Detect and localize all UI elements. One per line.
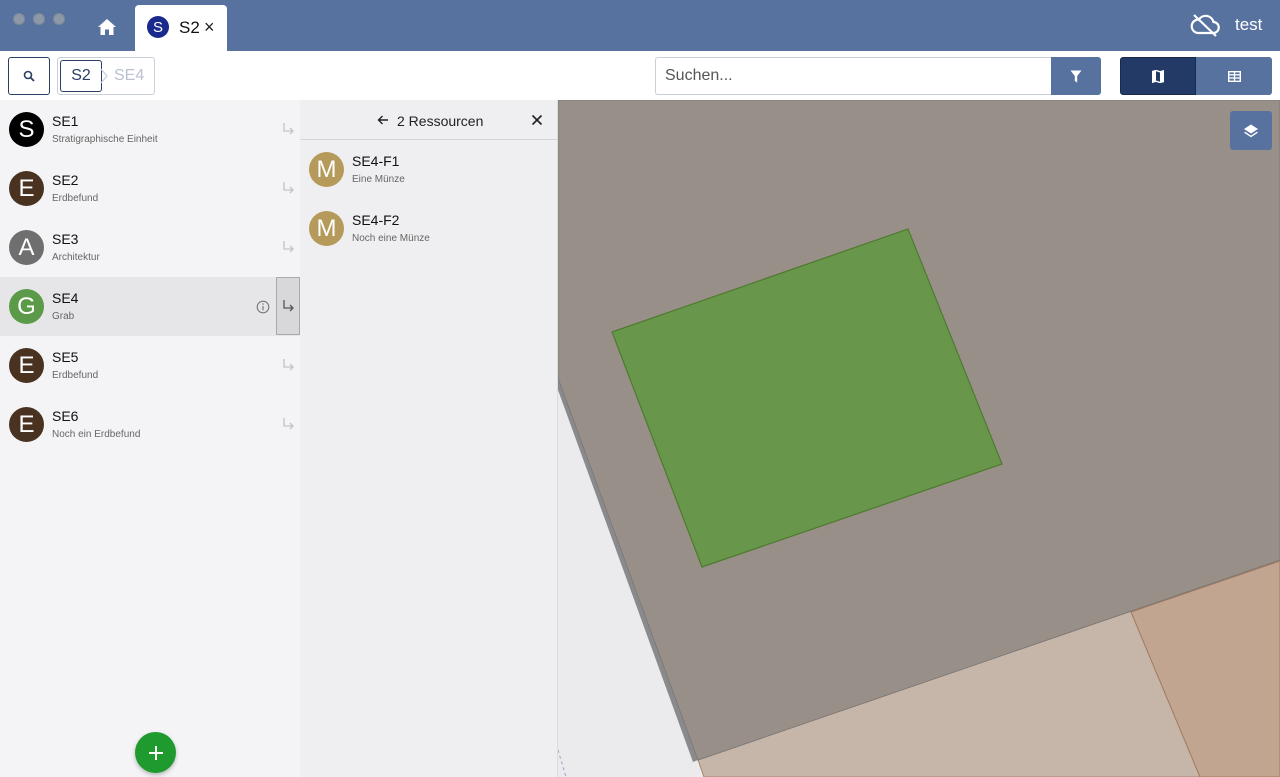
child-item-se4-f1[interactable]: M SE4-F1 Eine Münze — [300, 140, 558, 199]
breadcrumb: S2 SE4 — [57, 57, 155, 95]
children-panel-header: 2 Ressourcen — [300, 100, 558, 140]
avatar: S — [9, 112, 44, 147]
list-item-se6[interactable]: E SE6 Noch ein Erdbefund — [0, 395, 300, 454]
toolbar: S2 SE4 — [0, 51, 1280, 100]
avatar: G — [9, 289, 44, 324]
item-type: Noch ein Erdbefund — [52, 429, 141, 440]
plus-icon — [148, 745, 163, 760]
item-type: Stratigraphische Einheit — [52, 134, 158, 145]
list-item-se1[interactable]: S SE1 Stratigraphische Einheit — [0, 100, 300, 159]
breadcrumb-item-s2[interactable]: S2 — [60, 60, 102, 92]
map-view[interactable] — [558, 100, 1280, 777]
cloud-off-icon[interactable] — [1190, 12, 1220, 38]
close-icon[interactable] — [530, 113, 544, 127]
home-icon — [98, 19, 116, 35]
item-identifier: SE6 — [52, 408, 79, 424]
window-zoom-dot[interactable] — [53, 13, 65, 25]
list-item-se3[interactable]: A SE3 Architektur — [0, 218, 300, 277]
user-name[interactable]: test — [1235, 15, 1262, 35]
tab-close-button[interactable]: × — [204, 17, 215, 38]
children-panel: 2 Ressourcen M SE4-F1 Eine Münze M SE4-F… — [300, 100, 558, 777]
avatar: M — [309, 152, 344, 187]
list-item-se4[interactable]: G SE4 Grab — [0, 277, 300, 336]
avatar: M — [309, 211, 344, 246]
title-bar: S S2 × test — [0, 0, 1280, 51]
avatar: E — [9, 407, 44, 442]
item-type: Erdbefund — [52, 370, 99, 381]
search-icon — [23, 70, 35, 82]
chevron-right-icon — [100, 68, 108, 84]
window-minimize-dot[interactable] — [33, 13, 45, 25]
avatar: A — [9, 230, 44, 265]
list-item-se2[interactable]: E SE2 Erdbefund — [0, 159, 300, 218]
item-identifier: SE4-F1 — [352, 153, 400, 169]
item-identifier: SE1 — [52, 113, 79, 129]
item-identifier: SE2 — [52, 172, 79, 188]
filter-icon — [1070, 70, 1082, 82]
subdirectory-arrow-icon — [283, 300, 294, 312]
breadcrumb-item-se4[interactable]: SE4 — [114, 67, 144, 85]
window-close-dot[interactable] — [13, 13, 25, 25]
avatar: E — [9, 171, 44, 206]
map-icon — [1152, 69, 1164, 83]
item-identifier: SE4 — [52, 290, 79, 306]
search-input[interactable] — [655, 57, 1052, 95]
avatar: E — [9, 348, 44, 383]
item-identifier: SE4-F2 — [352, 212, 400, 228]
item-type: Grab — [52, 311, 75, 322]
children-toggle-button[interactable] — [276, 277, 300, 335]
subdirectory-arrow-icon[interactable] — [281, 122, 295, 136]
arrow-left-icon[interactable] — [376, 113, 390, 127]
item-identifier: SE5 — [52, 349, 79, 365]
table-icon — [1227, 70, 1241, 82]
child-item-se4-f2[interactable]: M SE4-F2 Noch eine Münze — [300, 199, 558, 258]
children-panel-title: 2 Ressourcen — [397, 113, 484, 129]
table-view-button[interactable] — [1196, 57, 1272, 95]
resource-list: S SE1 Stratigraphische Einheit E SE2 Erd… — [0, 100, 300, 777]
list-item-se5[interactable]: E SE5 Erdbefund — [0, 336, 300, 395]
subdirectory-arrow-icon[interactable] — [281, 181, 295, 195]
search-toggle-button[interactable] — [8, 57, 50, 95]
add-resource-button[interactable] — [135, 732, 176, 773]
item-type: Erdbefund — [52, 193, 99, 204]
home-button[interactable] — [90, 10, 124, 44]
map-canvas[interactable] — [558, 100, 1280, 777]
map-view-button[interactable] — [1120, 57, 1196, 95]
subdirectory-arrow-icon[interactable] — [281, 358, 295, 372]
info-icon[interactable] — [256, 300, 270, 314]
tab-s2[interactable]: S S2 × — [135, 5, 227, 51]
item-type: Architektur — [52, 252, 100, 263]
tab-avatar: S — [147, 16, 169, 38]
subdirectory-arrow-icon[interactable] — [281, 240, 295, 254]
layers-icon — [1244, 124, 1258, 137]
item-short-description: Eine Münze — [352, 174, 405, 185]
tab-label: S2 — [179, 18, 200, 37]
filter-button[interactable] — [1051, 57, 1101, 95]
layers-button[interactable] — [1230, 111, 1272, 150]
item-short-description: Noch eine Münze — [352, 233, 430, 244]
item-identifier: SE3 — [52, 231, 79, 247]
subdirectory-arrow-icon[interactable] — [281, 417, 295, 431]
